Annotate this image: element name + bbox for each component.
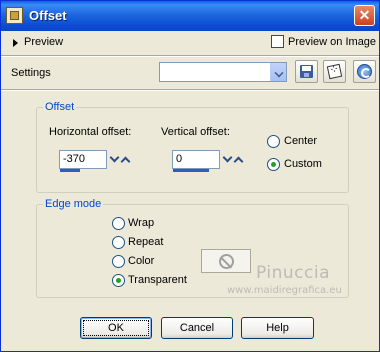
vertical-offset-spinner[interactable]: 0 — [172, 150, 244, 172]
help-button[interactable]: Help — [241, 317, 314, 339]
preview-on-image-checkbox[interactable] — [271, 35, 284, 48]
edge-color-swatch[interactable] — [201, 249, 251, 273]
save-preset-button[interactable] — [295, 60, 318, 83]
settings-combo[interactable] — [159, 62, 287, 82]
randomize-icon — [326, 63, 343, 80]
preview-row: Preview Preview on Image — [1, 31, 379, 55]
preview-toggle-label[interactable]: Preview — [24, 36, 63, 48]
horizontal-offset-slider-bar[interactable] — [60, 169, 80, 172]
save-icon — [300, 65, 313, 78]
horizontal-offset-spinner[interactable]: -370 — [59, 150, 131, 172]
chevron-down-icon[interactable] — [109, 152, 120, 166]
color-radio-label[interactable]: Color — [128, 255, 154, 267]
chevron-up-icon[interactable] — [120, 152, 131, 166]
settings-label: Settings — [11, 67, 51, 79]
wrap-radio[interactable] — [112, 217, 125, 230]
transparent-radio-label[interactable]: Transparent — [128, 274, 187, 286]
reset-icon — [357, 64, 372, 79]
chevron-down-icon[interactable] — [222, 152, 233, 166]
wrap-radio-label[interactable]: Wrap — [128, 217, 154, 229]
cancel-button[interactable]: Cancel — [161, 317, 233, 339]
custom-radio-label[interactable]: Custom — [284, 158, 322, 170]
edge-mode-group: Edge mode — [36, 198, 349, 298]
offset-dialog: Offset ✕ Preview Preview on Image Settin… — [0, 0, 380, 352]
reset-button[interactable] — [353, 60, 376, 83]
expand-triangle-icon[interactable] — [13, 39, 18, 47]
transparent-radio[interactable] — [112, 274, 125, 287]
custom-radio[interactable] — [267, 158, 280, 171]
ok-button[interactable]: OK — [80, 317, 152, 339]
title-bar[interactable]: Offset ✕ — [1, 1, 379, 31]
watermark-url: www.maidiregrafica.eu — [227, 285, 342, 296]
no-color-icon — [219, 254, 234, 269]
vertical-offset-slider-bar[interactable] — [173, 169, 209, 172]
repeat-radio[interactable] — [112, 236, 125, 249]
divider — [1, 89, 379, 91]
color-radio[interactable] — [112, 255, 125, 268]
horizontal-offset-input[interactable]: -370 — [59, 150, 107, 169]
offset-group-title: Offset — [43, 101, 77, 113]
chevron-up-icon[interactable] — [233, 152, 244, 166]
watermark-name: Pinuccia — [256, 263, 330, 283]
vertical-offset-label: Vertical offset: — [161, 126, 230, 138]
vertical-offset-input[interactable]: 0 — [172, 150, 220, 169]
app-icon — [6, 7, 23, 24]
repeat-radio-label[interactable]: Repeat — [128, 236, 163, 248]
randomize-button[interactable] — [323, 60, 346, 83]
edge-mode-group-title: Edge mode — [43, 198, 104, 210]
center-radio[interactable] — [267, 135, 280, 148]
divider — [1, 55, 379, 57]
center-radio-label[interactable]: Center — [284, 135, 317, 147]
horizontal-offset-label: Horizontal offset: — [49, 126, 132, 138]
preview-on-image-label[interactable]: Preview on Image — [288, 36, 376, 48]
chevron-down-icon[interactable] — [270, 63, 286, 81]
close-button[interactable]: ✕ — [354, 5, 375, 26]
window-title: Offset — [29, 8, 67, 23]
